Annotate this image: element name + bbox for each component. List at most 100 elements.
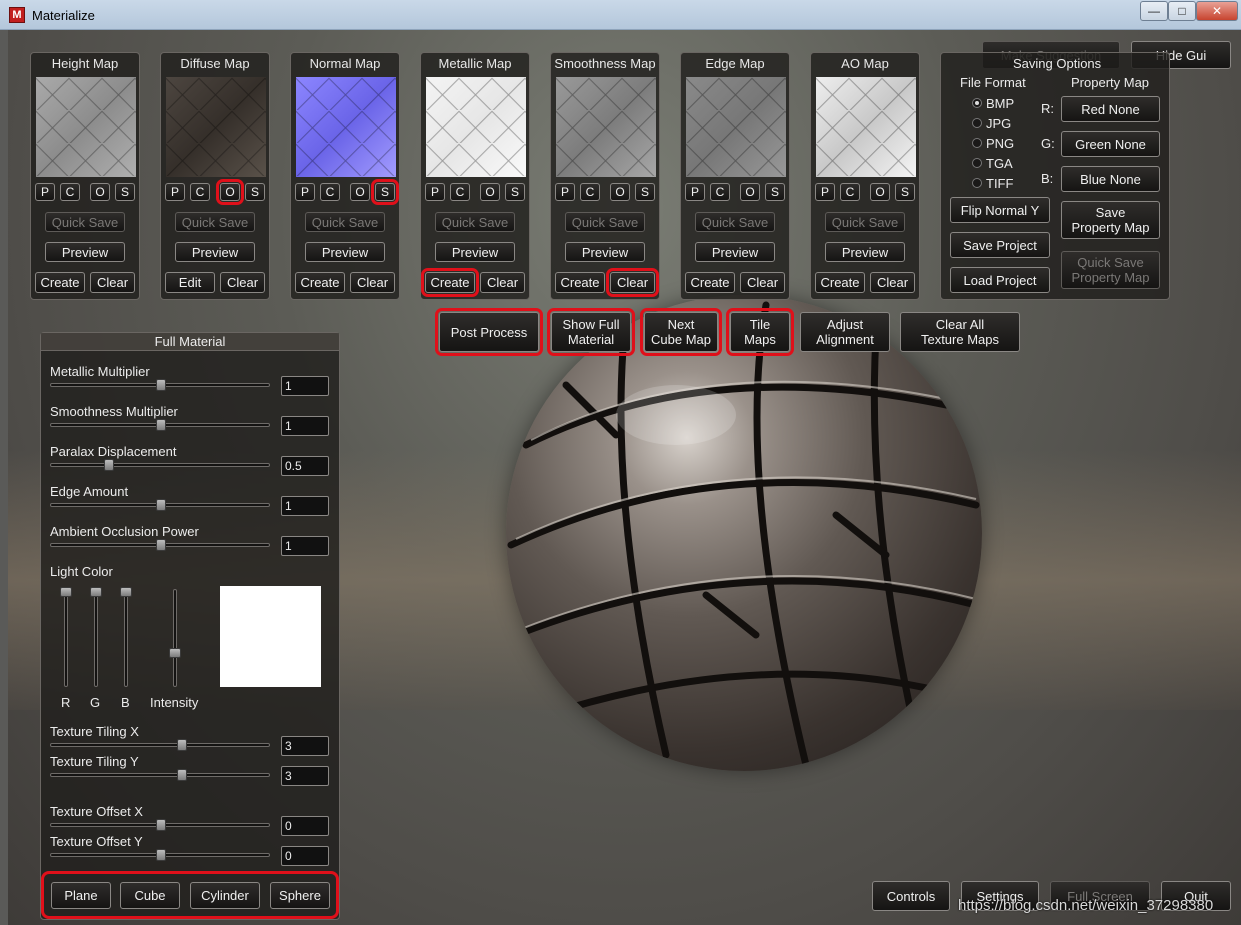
map-paste-button[interactable]: P	[685, 183, 705, 201]
light-blue-slider[interactable]	[120, 587, 132, 687]
map-open-button[interactable]: O	[610, 183, 630, 201]
map-clear-button[interactable]: Clear	[350, 272, 395, 293]
slider-value-field[interactable]: 1	[281, 536, 329, 556]
close-button[interactable]: ✕	[1196, 1, 1238, 21]
map-thumbnail[interactable]	[36, 77, 136, 177]
map-clear-button[interactable]: Clear	[870, 272, 915, 293]
map-save-button[interactable]: S	[895, 183, 915, 201]
slider-knob[interactable]	[177, 769, 187, 781]
slider-value-field[interactable]: 1	[281, 496, 329, 516]
light-red-knob[interactable]	[60, 587, 72, 597]
map-save-button[interactable]: S	[115, 183, 135, 201]
map-open-button[interactable]: O	[740, 183, 760, 201]
map-preview-button[interactable]: Preview	[305, 242, 385, 262]
slider-track[interactable]	[50, 769, 270, 781]
slider-value-field[interactable]: 3	[281, 736, 329, 756]
map-create-button[interactable]: Create	[35, 272, 85, 293]
map-preview-button[interactable]: Preview	[825, 242, 905, 262]
slider-value-field[interactable]: 1	[281, 416, 329, 436]
map-clear-button[interactable]: Clear	[606, 268, 659, 297]
map-paste-button[interactable]: P	[35, 183, 55, 201]
map-copy-button[interactable]: C	[450, 183, 470, 201]
slider-knob[interactable]	[156, 539, 166, 551]
map-preview-button[interactable]: Preview	[435, 242, 515, 262]
map-thumbnail[interactable]	[166, 77, 266, 177]
slider-knob[interactable]	[156, 849, 166, 861]
map-create-button[interactable]: Create	[421, 268, 479, 297]
preview-sphere[interactable]	[506, 295, 982, 771]
load-project-button[interactable]: Load Project	[950, 267, 1050, 293]
controls-button[interactable]: Controls	[872, 881, 950, 911]
map-copy-button[interactable]: C	[320, 183, 340, 201]
slider-knob[interactable]	[104, 459, 114, 471]
slider-value-field[interactable]: 0	[281, 846, 329, 866]
map-copy-button[interactable]: C	[60, 183, 80, 201]
slider-track[interactable]	[50, 459, 270, 471]
map-thumbnail[interactable]	[426, 77, 526, 177]
slider-value-field[interactable]: 0	[281, 816, 329, 836]
map-open-button[interactable]: O	[870, 183, 890, 201]
light-red-slider[interactable]	[60, 587, 72, 687]
next-cube-map-button[interactable]: Next Cube Map	[640, 308, 722, 356]
adjust-alignment-button[interactable]: Adjust Alignment	[800, 312, 890, 352]
light-color-swatch[interactable]	[220, 586, 321, 687]
map-quick-save-button[interactable]: Quick Save	[565, 212, 645, 232]
map-quick-save-button[interactable]: Quick Save	[45, 212, 125, 232]
maximize-button[interactable]: □	[1168, 1, 1196, 21]
slider-track[interactable]	[50, 539, 270, 551]
map-copy-button[interactable]: C	[190, 183, 210, 201]
blue-channel-button[interactable]: Blue None	[1061, 166, 1160, 192]
light-blue-knob[interactable]	[120, 587, 132, 597]
map-thumbnail[interactable]	[816, 77, 916, 177]
shape-sphere-button[interactable]: Sphere	[270, 882, 330, 909]
format-radio-jpg[interactable]	[972, 118, 982, 128]
map-save-button[interactable]: S	[505, 183, 525, 201]
clear-all-texture-maps-button[interactable]: Clear All Texture Maps	[900, 312, 1020, 352]
map-clear-button[interactable]: Clear	[480, 272, 525, 293]
map-copy-button[interactable]: C	[710, 183, 730, 201]
format-radio-bmp[interactable]	[972, 98, 982, 108]
map-paste-button[interactable]: P	[165, 183, 185, 201]
map-preview-button[interactable]: Preview	[565, 242, 645, 262]
map-paste-button[interactable]: P	[555, 183, 575, 201]
slider-knob[interactable]	[177, 739, 187, 751]
map-preview-button[interactable]: Preview	[45, 242, 125, 262]
map-quick-save-button[interactable]: Quick Save	[305, 212, 385, 232]
map-thumbnail[interactable]	[296, 77, 396, 177]
red-channel-button[interactable]: Red None	[1061, 96, 1160, 122]
map-quick-save-button[interactable]: Quick Save	[825, 212, 905, 232]
slider-value-field[interactable]: 1	[281, 376, 329, 396]
light-green-knob[interactable]	[90, 587, 102, 597]
map-copy-button[interactable]: C	[840, 183, 860, 201]
map-paste-button[interactable]: P	[815, 183, 835, 201]
map-create-button[interactable]: Create	[815, 272, 865, 293]
map-save-button[interactable]: S	[245, 183, 265, 201]
map-create-button[interactable]: Create	[685, 272, 735, 293]
slider-track[interactable]	[50, 849, 270, 861]
map-open-button[interactable]: O	[350, 183, 370, 201]
minimize-button[interactable]: —	[1140, 1, 1168, 21]
map-quick-save-button[interactable]: Quick Save	[435, 212, 515, 232]
map-paste-button[interactable]: P	[295, 183, 315, 201]
map-preview-button[interactable]: Preview	[695, 242, 775, 262]
map-preview-button[interactable]: Preview	[175, 242, 255, 262]
map-clear-button[interactable]: Clear	[220, 272, 265, 293]
map-create-button[interactable]: Create	[555, 272, 605, 293]
green-channel-button[interactable]: Green None	[1061, 131, 1160, 157]
map-open-button[interactable]: O	[480, 183, 500, 201]
save-property-map-button[interactable]: Save Property Map	[1061, 201, 1160, 239]
format-radio-png[interactable]	[972, 138, 982, 148]
shape-cylinder-button[interactable]: Cylinder	[190, 882, 260, 909]
slider-knob[interactable]	[156, 819, 166, 831]
slider-value-field[interactable]: 0.5	[281, 456, 329, 476]
save-project-button[interactable]: Save Project	[950, 232, 1050, 258]
slider-track[interactable]	[50, 499, 270, 511]
slider-track[interactable]	[50, 379, 270, 391]
map-create-button[interactable]: Create	[295, 272, 345, 293]
map-quick-save-button[interactable]: Quick Save	[175, 212, 255, 232]
slider-track[interactable]	[50, 819, 270, 831]
slider-knob[interactable]	[156, 379, 166, 391]
slider-track[interactable]	[50, 419, 270, 431]
flip-normal-y-button[interactable]: Flip Normal Y	[950, 197, 1050, 223]
show-full-material-button[interactable]: Show Full Material	[547, 308, 635, 356]
